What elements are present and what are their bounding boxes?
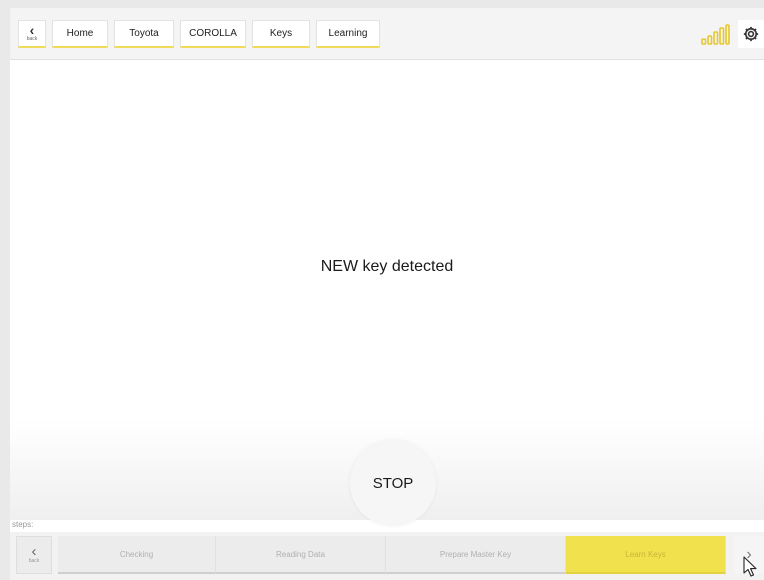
mouse-pointer-icon [743, 556, 757, 577]
breadcrumb-home[interactable]: Home [52, 20, 108, 48]
status-message: NEW key detected [320, 258, 454, 275]
top-bar: ‹ back Home Toyota COROLLA Keys Learning [10, 8, 764, 60]
settings-button[interactable] [738, 20, 764, 48]
step-prepare-master-key[interactable]: Prepare Master Key [386, 536, 566, 574]
chevron-left-icon: ‹ [31, 543, 37, 560]
chevron-left-icon: ‹ [29, 22, 35, 38]
step-learn-keys[interactable]: Learn Keys [566, 536, 726, 574]
signal-strength-icon [701, 24, 730, 45]
steps-label: steps: [12, 520, 34, 529]
breadcrumb-learning[interactable]: Learning [316, 20, 380, 48]
back-button[interactable]: ‹ back [18, 20, 46, 48]
steps-bar: ‹ back Checking Reading Data Prepare Mas… [10, 532, 764, 580]
step-back-label: back [28, 558, 40, 564]
step-reading-data[interactable]: Reading Data [216, 536, 386, 574]
step-checking[interactable]: Checking [58, 536, 216, 574]
breadcrumb-corolla[interactable]: COROLLA [180, 20, 246, 48]
step-back-button[interactable]: ‹ back [16, 536, 52, 574]
back-label: back [26, 36, 38, 42]
app-window: ‹ back Home Toyota COROLLA Keys Learning [10, 8, 764, 580]
breadcrumb-toyota[interactable]: Toyota [114, 20, 174, 48]
gear-icon [743, 26, 759, 42]
stop-button[interactable]: STOP [350, 440, 436, 526]
breadcrumb-keys[interactable]: Keys [252, 20, 310, 48]
